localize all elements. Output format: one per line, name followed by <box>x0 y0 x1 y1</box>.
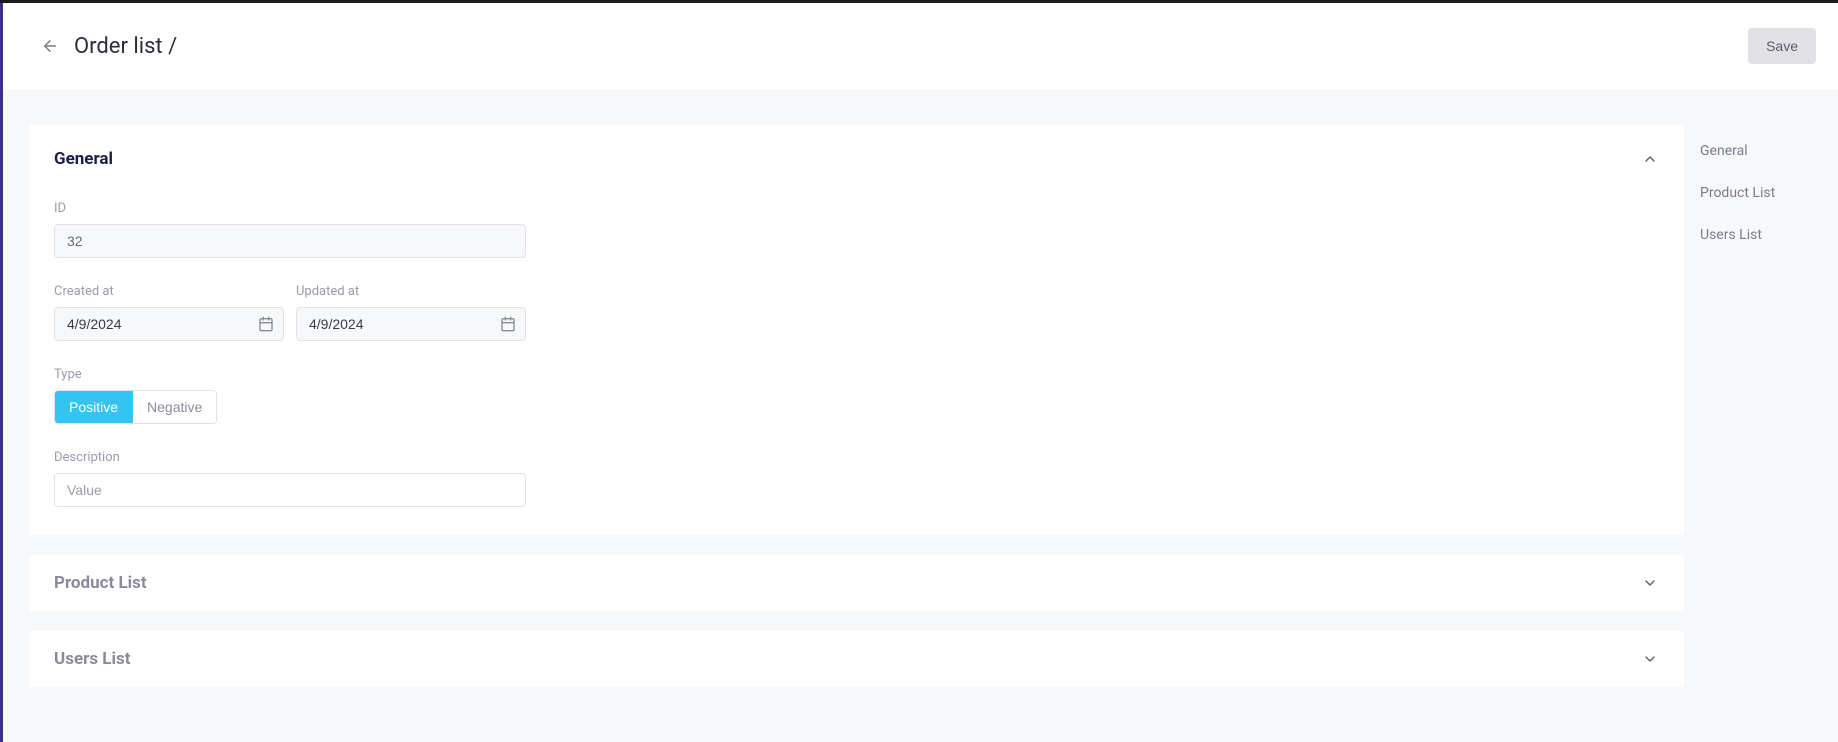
section-general-title: General <box>54 149 113 169</box>
right-nav: General Product List Users List <box>1700 125 1820 687</box>
field-id: ID <box>54 201 1660 258</box>
header-left: Order list / <box>40 34 177 59</box>
updated-at-label: Updated at <box>296 284 526 299</box>
window-left-border <box>0 3 3 742</box>
chevron-down-icon <box>1640 573 1660 593</box>
section-users-list: Users List <box>30 631 1684 687</box>
nav-item-product-list[interactable]: Product List <box>1700 177 1820 209</box>
section-general-body: ID Created at Updated at <box>54 169 1660 507</box>
id-label: ID <box>54 201 1660 216</box>
description-input[interactable] <box>54 473 526 507</box>
chevron-down-icon <box>1640 649 1660 669</box>
section-users-list-header[interactable]: Users List <box>54 649 1660 669</box>
save-button[interactable]: Save <box>1748 28 1816 64</box>
section-product-list: Product List <box>30 555 1684 611</box>
field-updated-at: Updated at <box>296 284 526 341</box>
created-at-wrapper <box>54 307 284 341</box>
section-general-header[interactable]: General <box>54 149 1660 169</box>
nav-item-general[interactable]: General <box>1700 135 1820 167</box>
content-wrapper: General ID Created at <box>0 89 1838 687</box>
nav-item-users-list[interactable]: Users List <box>1700 219 1820 251</box>
type-toggle-group: Positive Negative <box>54 390 217 424</box>
type-label: Type <box>54 367 1660 382</box>
id-input <box>54 224 526 258</box>
field-description: Description <box>54 450 1660 507</box>
updated-at-input[interactable] <box>296 307 526 341</box>
back-arrow-icon[interactable] <box>40 36 60 56</box>
type-option-positive[interactable]: Positive <box>55 391 133 423</box>
section-users-list-title: Users List <box>54 649 130 669</box>
chevron-up-icon <box>1640 149 1660 169</box>
main-column: General ID Created at <box>30 125 1684 687</box>
type-option-negative[interactable]: Negative <box>133 391 216 423</box>
updated-at-wrapper <box>296 307 526 341</box>
description-label: Description <box>54 450 1660 465</box>
created-at-label: Created at <box>54 284 284 299</box>
page-title: Order list / <box>74 34 177 59</box>
date-row: Created at Updated at <box>54 284 1660 341</box>
page-header: Order list / Save <box>0 3 1838 89</box>
created-at-input[interactable] <box>54 307 284 341</box>
section-product-list-title: Product List <box>54 573 147 593</box>
field-type: Type Positive Negative <box>54 367 1660 424</box>
section-general: General ID Created at <box>30 125 1684 535</box>
section-product-list-header[interactable]: Product List <box>54 573 1660 593</box>
field-created-at: Created at <box>54 284 284 341</box>
